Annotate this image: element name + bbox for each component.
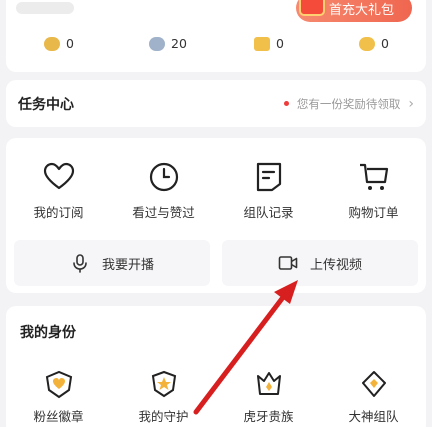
clock-icon [149,162,178,192]
upload-label: 上传视频 [309,257,362,273]
heart-icon [43,162,74,190]
microphone-icon [73,254,87,273]
guard-item[interactable]: 我的守护 [111,368,216,425]
task-reward-hint[interactable]: 您有一份奖励待领取 › [283,95,414,112]
identity-label: 虎牙贵族 [243,409,294,424]
identity-label: 大神组队 [348,409,399,424]
recharge-label: 首充大礼包 [329,2,395,18]
team-records-shortcut[interactable]: 组队记录 [216,160,321,221]
asset-value: 0 [276,36,284,51]
asset-bar: 0 20 0 0 [6,36,426,51]
smile-coin-icon [359,36,375,51]
asset-value: 20 [171,36,187,51]
orders-shortcut[interactable]: 购物订单 [321,160,426,221]
gift-icon [299,0,325,16]
broadcast-label: 我要开播 [101,257,154,273]
identity-title: 我的身份 [20,325,76,341]
team-badge-icon [361,371,386,397]
ticket-icon [254,36,270,51]
asset-ticket[interactable]: 0 [216,36,321,51]
fan-badge-item[interactable]: 粉丝徽章 [6,368,111,425]
shortcut-card: 我的订阅 看过与赞过 组队记录 购物订单 我要开播 上传视频 [6,138,426,293]
profile-card: 首充大礼包 0 20 0 0 [6,0,426,72]
identity-card: 我的身份 粉丝徽章 我的守护 虎牙贵族 大神组队 [6,306,426,427]
shortcut-label: 组队记录 [243,205,294,220]
asset-silver[interactable]: 20 [111,36,216,51]
guard-icon [151,370,176,398]
noble-crown-icon [256,372,281,395]
asset-gold[interactable]: 0 [6,36,111,51]
recharge-gift-button[interactable]: 首充大礼包 [296,0,412,22]
subscriptions-shortcut[interactable]: 我的订阅 [6,160,111,221]
identity-label: 粉丝徽章 [33,409,84,424]
silver-coin-icon [149,36,165,51]
shortcut-label: 看过与赞过 [132,205,195,220]
asset-value: 0 [66,36,74,51]
asset-value: 0 [381,36,389,51]
identity-label: 我的守护 [138,409,189,424]
gold-coin-icon [44,36,60,51]
video-camera-icon [278,256,298,270]
team-badge-item[interactable]: 大神组队 [321,368,426,425]
user-name-placeholder [16,2,74,14]
task-center-title: 任务中心 [18,96,74,113]
history-shortcut[interactable]: 看过与赞过 [111,160,216,221]
red-dot-icon [283,101,289,106]
document-icon [256,162,281,192]
task-hint-text: 您有一份奖励待领取 [296,96,401,111]
fan-badge-icon [45,370,72,399]
shortcut-label: 购物订单 [348,205,399,220]
chevron-right-icon: › [408,95,414,112]
noble-item[interactable]: 虎牙贵族 [216,368,321,425]
asset-smile[interactable]: 0 [321,36,426,51]
task-center-row[interactable]: 任务中心 您有一份奖励待领取 › [6,80,426,127]
start-broadcast-button[interactable]: 我要开播 [14,240,210,286]
shortcut-label: 我的订阅 [33,205,84,220]
upload-video-button[interactable]: 上传视频 [222,240,418,286]
cart-icon [359,163,388,190]
